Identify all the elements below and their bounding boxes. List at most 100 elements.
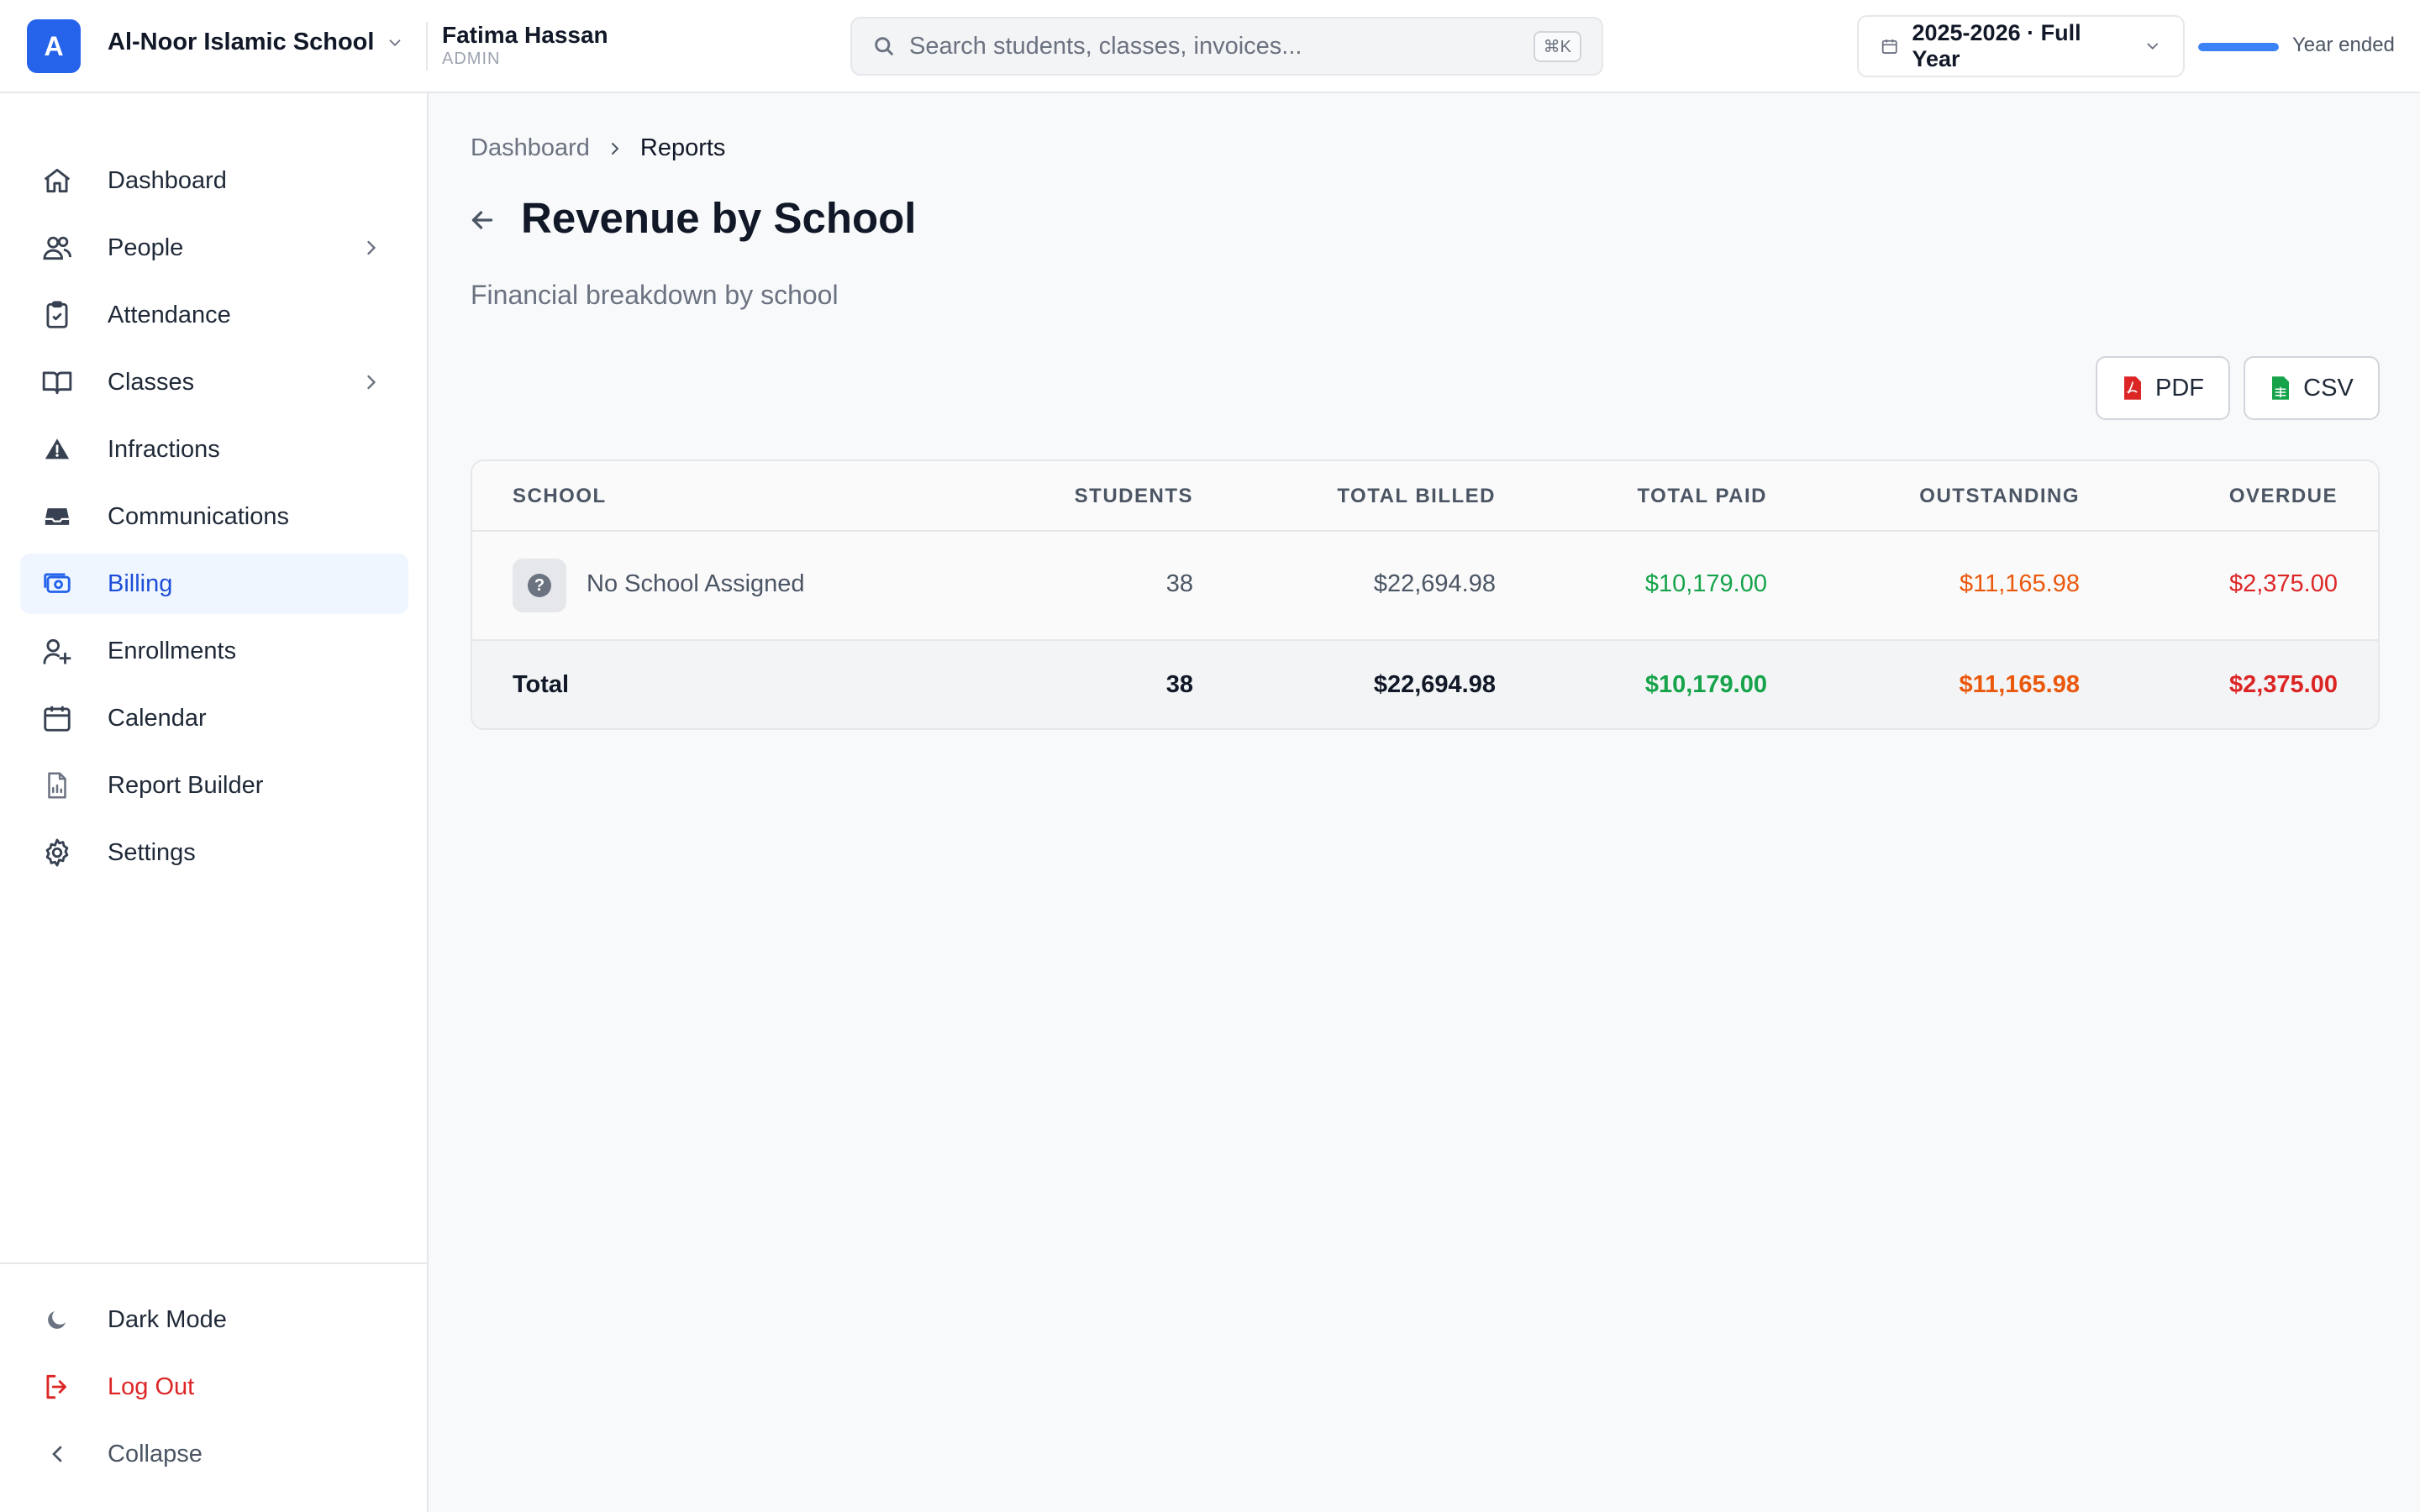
chevron-right-icon	[367, 240, 376, 255]
user-plus-icon	[40, 634, 74, 668]
logout-button[interactable]: Log Out	[20, 1357, 408, 1417]
total-billed-cell: $22,694.98	[1373, 570, 1496, 597]
overdue-cell: $2,375.00	[2228, 570, 2338, 597]
total-overdue-sum-cell: $2,375.00	[2228, 671, 2338, 698]
chevron-right-icon	[611, 142, 619, 155]
sidebar-item-label: Enrollments	[108, 637, 237, 664]
sidebar-item-report-builder[interactable]: Report Builder	[20, 755, 408, 816]
home-icon	[40, 164, 74, 197]
sidebar-item-label: Communications	[108, 502, 289, 530]
sidebar-item-label: Dashboard	[108, 166, 227, 194]
outstanding-cell: $11,165.98	[1960, 570, 2080, 597]
sidebar-item-label: Log Out	[108, 1373, 195, 1400]
sidebar-item-enrollments[interactable]: Enrollments	[20, 621, 408, 681]
users-icon	[40, 231, 74, 265]
sidebar-item-billing[interactable]: Billing	[20, 554, 408, 614]
school-name-cell: No School Assigned	[587, 570, 805, 597]
chevron-down-icon	[2146, 43, 2158, 50]
sidebar-item-communications[interactable]: Communications	[20, 486, 408, 547]
column-header-students-col[interactable]: STUDENTS	[958, 485, 1193, 508]
export-pdf-button[interactable]: PDF	[2096, 356, 2230, 420]
calendar-icon	[40, 701, 74, 735]
students-cell: 38	[1165, 570, 1193, 597]
revenue-table: SCHOOL STUDENTS TOTAL BILLED TOTAL PAID …	[471, 459, 2380, 730]
column-header-school[interactable]: SCHOOL	[513, 485, 607, 508]
sidebar-item-dashboard[interactable]: Dashboard	[20, 150, 408, 211]
csv-file-icon	[2272, 376, 2290, 400]
search-input[interactable]	[909, 32, 1534, 60]
academic-year-select[interactable]: 2025-2026 · Full Year	[1857, 15, 2185, 77]
sidebar-item-label: Collapse	[108, 1440, 203, 1467]
year-progress-bar	[2198, 43, 2279, 51]
breadcrumb: Dashboard Reports	[471, 134, 725, 162]
back-arrow-icon[interactable]	[467, 205, 497, 235]
collapse-sidebar-button[interactable]: Collapse	[20, 1424, 408, 1484]
sidebar-item-label: Report Builder	[108, 771, 264, 799]
sidebar-item-label: Infractions	[108, 435, 220, 463]
export-csv-label: CSV	[2303, 374, 2354, 402]
user-name: Fatima Hassan	[442, 22, 608, 48]
clipboard-check-icon	[40, 298, 74, 332]
year-status: Year ended	[2292, 34, 2395, 56]
school-name: Al-Noor Islamic School	[108, 29, 375, 55]
header-divider	[426, 22, 428, 71]
sidebar-divider	[0, 1263, 429, 1264]
calendar-icon	[1881, 39, 1897, 54]
total-label: Total	[513, 671, 570, 698]
sidebar-item-label: Calendar	[108, 704, 207, 732]
user-role: ADMIN	[442, 50, 501, 68]
school-avatar: ?	[513, 559, 566, 612]
export-csv-button[interactable]: CSV	[2244, 356, 2380, 420]
academic-year-label: 2025-2026 · Full Year	[1912, 20, 2081, 71]
sidebar-item-label: Settings	[108, 838, 196, 866]
sidebar-item-infractions[interactable]: Infractions	[20, 419, 408, 480]
sidebar-item-label: Classes	[108, 368, 195, 396]
sidebar-item-people[interactable]: People	[20, 218, 408, 278]
page-subtitle: Financial breakdown by school	[471, 280, 839, 310]
column-header-total-billed[interactable]: TOTAL BILLED	[1244, 485, 1496, 508]
book-open-icon	[40, 365, 74, 399]
page-title: Revenue by School	[521, 194, 917, 242]
sidebar-item-calendar[interactable]: Calendar	[20, 688, 408, 748]
chevron-down-icon	[390, 39, 401, 46]
total-paid-sum-cell: $10,179.00	[1644, 671, 1767, 698]
year-progress-fill	[2198, 43, 2279, 51]
total-paid-cell: $10,179.00	[1644, 570, 1767, 597]
export-pdf-label: PDF	[2155, 374, 2204, 402]
top-bar: A Al-Noor Islamic School Fatima Hassan A…	[0, 0, 2420, 93]
sidebar-item-label: Attendance	[108, 301, 231, 328]
report-icon	[40, 769, 74, 802]
sidebar-item-label: People	[108, 234, 184, 261]
warning-icon	[40, 433, 74, 466]
school-switcher[interactable]: Al-Noor Islamic School	[108, 29, 404, 56]
total-students-cell: 38	[1165, 671, 1193, 698]
sidebar-item-label: Dark Mode	[108, 1305, 227, 1333]
sidebar: Dashboard People Attendance Classes Infr…	[0, 93, 429, 1512]
column-header-overdue[interactable]: OVERDUE	[2086, 485, 2338, 508]
total-outstanding-sum-cell: $11,165.98	[1959, 671, 2080, 698]
school-logo[interactable]: A	[27, 19, 81, 73]
pdf-file-icon	[2124, 376, 2141, 400]
sidebar-item-settings[interactable]: Settings	[20, 822, 408, 883]
global-search[interactable]: ⌘K	[850, 17, 1603, 76]
total-billed-sum-cell: $22,694.98	[1373, 671, 1496, 698]
billing-icon	[40, 567, 74, 601]
logout-icon	[40, 1370, 74, 1404]
chevron-left-icon	[40, 1437, 74, 1471]
sidebar-item-label: Billing	[108, 570, 173, 597]
sidebar-item-attendance[interactable]: Attendance	[20, 285, 408, 345]
sidebar-item-classes[interactable]: Classes	[20, 352, 408, 412]
chevron-right-icon	[367, 375, 376, 390]
breadcrumb-reports[interactable]: Reports	[640, 134, 726, 162]
column-header-outstanding[interactable]: OUTSTANDING	[1828, 485, 2080, 508]
table-row[interactable]: ? No School Assigned 38 $22,694.98 $10,1…	[472, 532, 2378, 641]
gear-icon	[40, 836, 74, 869]
dark-mode-toggle[interactable]: Dark Mode	[20, 1289, 408, 1350]
question-icon: ?	[528, 574, 551, 597]
search-shortcut-badge: ⌘K	[1533, 30, 1581, 62]
inbox-icon	[40, 500, 74, 533]
breadcrumb-dashboard[interactable]: Dashboard	[471, 134, 590, 162]
moon-icon	[40, 1303, 74, 1336]
table-total-row: Total 38 $22,694.98 $10,179.00 $11,165.9…	[472, 641, 2378, 728]
column-header-total-paid[interactable]: TOTAL PAID	[1515, 485, 1767, 508]
